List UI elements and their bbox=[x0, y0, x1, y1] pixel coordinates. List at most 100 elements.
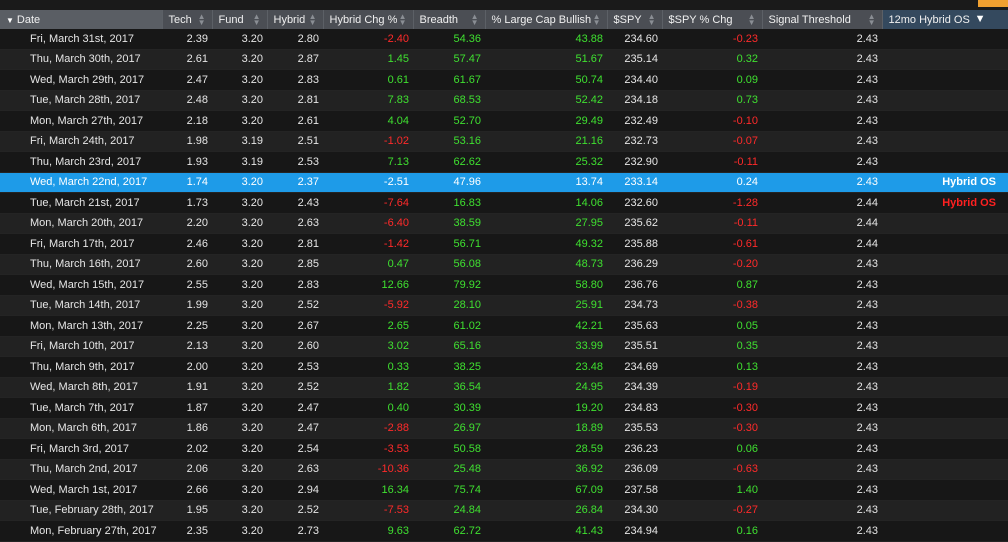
column-header-spy-chg[interactable]: $SPY % Chg ▲ ▼ bbox=[662, 10, 763, 29]
cell-thresh: 2.43 bbox=[762, 29, 882, 50]
table-row[interactable]: Mon, February 27th, 2017 2.35 3.20 2.73 9.63… bbox=[0, 520, 1008, 542]
table-row[interactable]: Tue, March 7th, 2017 1.87 3.20 2.47 0.40 30.3… bbox=[0, 397, 1008, 419]
cell-lcb: 26.84 bbox=[485, 500, 607, 521]
cell-spy: 234.40 bbox=[607, 69, 662, 91]
cell-os bbox=[882, 254, 1008, 275]
cell-spychg: -0.27 bbox=[662, 500, 762, 521]
cell-hchg: 2.65 bbox=[323, 315, 413, 337]
cell-lcb: 19.20 bbox=[485, 397, 607, 419]
cell-hybrid: 2.83 bbox=[267, 69, 323, 91]
cell-date: Mon, March 20th, 2017 bbox=[0, 213, 162, 234]
table-body: Fri, March 31st, 2017 2.39 3.20 2.80 -2.40 54… bbox=[0, 29, 1008, 542]
table-row[interactable]: Tue, March 14th, 2017 1.99 3.20 2.52 -5.92 28… bbox=[0, 295, 1008, 316]
table-row[interactable]: Wed, March 15th, 2017 2.55 3.20 2.83 12.66 79… bbox=[0, 274, 1008, 296]
cell-spy: 232.60 bbox=[607, 192, 662, 214]
cell-hybrid: 2.80 bbox=[267, 29, 323, 50]
cell-hybrid: 2.63 bbox=[267, 459, 323, 480]
cell-breadth: 28.10 bbox=[413, 295, 485, 316]
column-header-hybrid-os[interactable]: 12mo Hybrid OS ▼ bbox=[882, 10, 1008, 29]
sort-arrows-icon: ▲ ▼ bbox=[252, 12, 261, 27]
column-header-spy[interactable]: $SPY ▲ ▼ bbox=[607, 10, 663, 29]
cell-os: Hybrid OS bbox=[882, 192, 1008, 214]
cell-hybrid: 2.94 bbox=[267, 479, 323, 501]
cell-thresh: 2.43 bbox=[762, 254, 882, 275]
table-row[interactable]: Thu, March 23rd, 2017 1.93 3.19 2.53 7.13 62.… bbox=[0, 151, 1008, 173]
column-header-date[interactable]: ▼ Date bbox=[0, 10, 163, 29]
table-row[interactable]: Wed, March 1st, 2017 2.66 3.20 2.94 16.34 75.… bbox=[0, 479, 1008, 501]
cell-lcb: 25.91 bbox=[485, 295, 607, 316]
cell-os bbox=[882, 500, 1008, 521]
cell-tech: 1.91 bbox=[162, 377, 212, 398]
table-row[interactable]: Mon, March 13th, 2017 2.25 3.20 2.67 2.65 61.… bbox=[0, 315, 1008, 337]
table-row[interactable]: Mon, March 6th, 2017 1.86 3.20 2.47 -2.88 26.… bbox=[0, 418, 1008, 439]
column-header-fund[interactable]: Fund ▲ ▼ bbox=[212, 10, 268, 29]
cell-fund: 3.20 bbox=[212, 49, 267, 70]
column-header-breadth[interactable]: Breadth ▲ ▼ bbox=[413, 10, 486, 29]
cell-spychg: -0.11 bbox=[662, 213, 762, 234]
table-row[interactable]: Fri, March 3rd, 2017 2.02 3.20 2.54 -3.53 50.… bbox=[0, 438, 1008, 460]
cell-tech: 1.99 bbox=[162, 295, 212, 316]
cell-spychg: 0.05 bbox=[662, 315, 762, 337]
cell-tech: 1.73 bbox=[162, 192, 212, 214]
table-row[interactable]: Wed, March 29th, 2017 2.47 3.20 2.83 0.61 61.… bbox=[0, 69, 1008, 91]
cell-date: Tue, March 21st, 2017 bbox=[0, 192, 162, 214]
cell-thresh: 2.43 bbox=[762, 172, 882, 193]
cell-thresh: 2.44 bbox=[762, 213, 882, 234]
table-row[interactable]: Tue, February 28th, 2017 1.95 3.20 2.52 -7.5… bbox=[0, 500, 1008, 521]
table-row[interactable]: Thu, March 16th, 2017 2.60 3.20 2.85 0.47 56.… bbox=[0, 254, 1008, 275]
table-row[interactable]: Tue, March 28th, 2017 2.48 3.20 2.81 7.83 68.… bbox=[0, 90, 1008, 111]
table-row[interactable]: Fri, March 24th, 2017 1.98 3.19 2.51 -1.02 53… bbox=[0, 131, 1008, 152]
table-row[interactable]: Thu, March 2nd, 2017 2.06 3.20 2.63 -10.36 25… bbox=[0, 459, 1008, 480]
cell-os: Hybrid OS bbox=[882, 172, 1008, 193]
cell-breadth: 25.48 bbox=[413, 459, 485, 480]
cell-fund: 3.20 bbox=[212, 459, 267, 480]
cell-lcb: 49.32 bbox=[485, 233, 607, 255]
filter-icon[interactable]: ▼ bbox=[975, 13, 986, 25]
cell-thresh: 2.43 bbox=[762, 110, 882, 132]
cell-hchg: 9.63 bbox=[323, 520, 413, 542]
cell-hchg: -2.40 bbox=[323, 29, 413, 50]
cell-os bbox=[882, 377, 1008, 398]
table-row[interactable]: Fri, March 17th, 2017 2.46 3.20 2.81 -1.42 56… bbox=[0, 233, 1008, 255]
table-row[interactable]: Fri, March 10th, 2017 2.13 3.20 2.60 3.02 65.… bbox=[0, 336, 1008, 357]
table-row[interactable]: Fri, March 31st, 2017 2.39 3.20 2.80 -2.40 54… bbox=[0, 29, 1008, 50]
cell-lcb: 52.42 bbox=[485, 90, 607, 111]
cell-hybrid: 2.54 bbox=[267, 438, 323, 460]
cell-spychg: 0.32 bbox=[662, 49, 762, 70]
table-row[interactable]: Wed, March 22nd, 2017 1.74 3.20 2.37 -2.51 47… bbox=[0, 172, 1008, 193]
cell-thresh: 2.43 bbox=[762, 397, 882, 419]
column-header-tech[interactable]: Tech ▲ ▼ bbox=[162, 10, 213, 29]
cell-tech: 1.87 bbox=[162, 397, 212, 419]
cell-hchg: 1.82 bbox=[323, 377, 413, 398]
table-row[interactable]: Wed, March 8th, 2017 1.91 3.20 2.52 1.82 36.5… bbox=[0, 377, 1008, 398]
table-row[interactable]: Tue, March 21st, 2017 1.73 3.20 2.43 -7.64 16… bbox=[0, 192, 1008, 214]
sort-arrows-icon: ▲ ▼ bbox=[308, 12, 317, 27]
sort-arrows-icon: ▲ ▼ bbox=[747, 12, 756, 27]
cell-spychg: -0.19 bbox=[662, 377, 762, 398]
column-header-hybrid-chg[interactable]: Hybrid Chg % ▲ ▼ bbox=[323, 10, 414, 29]
table-row[interactable]: Thu, March 9th, 2017 2.00 3.20 2.53 0.33 38.2… bbox=[0, 356, 1008, 378]
cell-fund: 3.20 bbox=[212, 397, 267, 419]
table-row[interactable]: Thu, March 30th, 2017 2.61 3.20 2.87 1.45 57.… bbox=[0, 49, 1008, 70]
cell-breadth: 24.84 bbox=[413, 500, 485, 521]
cell-spy: 234.30 bbox=[607, 500, 662, 521]
cell-os bbox=[882, 520, 1008, 542]
cell-spy: 235.63 bbox=[607, 315, 662, 337]
cell-thresh: 2.43 bbox=[762, 131, 882, 152]
cell-os bbox=[882, 69, 1008, 91]
cell-tech: 2.35 bbox=[162, 520, 212, 542]
table-row[interactable]: Mon, March 27th, 2017 2.18 3.20 2.61 4.04 52.… bbox=[0, 110, 1008, 132]
column-header-large-cap-bullish[interactable]: % Large Cap Bullish ▲ ▼ bbox=[485, 10, 608, 29]
cell-date: Fri, March 10th, 2017 bbox=[0, 336, 162, 357]
cell-hchg: -1.42 bbox=[323, 233, 413, 255]
cell-fund: 3.20 bbox=[212, 213, 267, 234]
cell-date: Wed, March 29th, 2017 bbox=[0, 69, 162, 91]
table-row[interactable]: Mon, March 20th, 2017 2.20 3.20 2.63 -6.40 38… bbox=[0, 213, 1008, 234]
cell-spy: 234.69 bbox=[607, 356, 662, 378]
cell-hchg: 0.47 bbox=[323, 254, 413, 275]
column-header-signal-threshold[interactable]: Signal Threshold ▲ ▼ bbox=[762, 10, 883, 29]
column-header-hybrid[interactable]: Hybrid ▲ ▼ bbox=[267, 10, 324, 29]
cell-lcb: 58.80 bbox=[485, 274, 607, 296]
cell-thresh: 2.43 bbox=[762, 500, 882, 521]
cell-date: Tue, March 28th, 2017 bbox=[0, 90, 162, 111]
